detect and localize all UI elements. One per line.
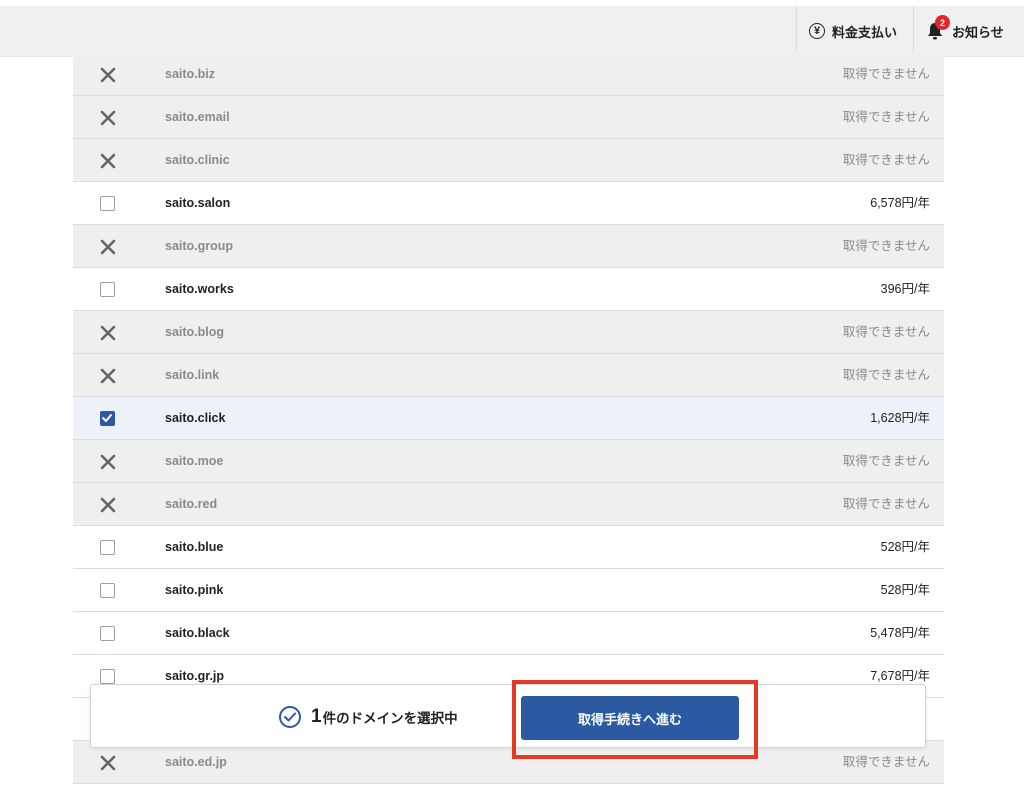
- domain-price: 取得できません: [842, 153, 930, 167]
- domain-price: 取得できません: [842, 239, 930, 253]
- checkbox-wrapper[interactable]: [99, 281, 116, 298]
- payment-label: 料金支払い: [832, 24, 898, 40]
- notice-badge: 2: [935, 15, 950, 30]
- domain-name: saito.click: [165, 411, 226, 425]
- domain-price: 取得できません: [842, 454, 930, 468]
- checkbox[interactable]: [100, 669, 115, 684]
- domain-name: saito.link: [165, 368, 220, 382]
- domain-price: 6,578円/年: [870, 196, 930, 210]
- checkbox-wrapper[interactable]: [99, 668, 116, 685]
- domain-name: saito.works: [165, 282, 234, 296]
- domain-name: saito.group: [165, 239, 234, 253]
- domain-row[interactable]: saito.salon 6,578円/年: [73, 182, 944, 225]
- selection-text: 件のドメインを選択中: [322, 711, 458, 726]
- close-x-icon: [99, 754, 116, 771]
- domain-price: 396円/年: [880, 282, 930, 296]
- domain-name: saito.clinic: [165, 153, 230, 167]
- domain-price: 528円/年: [880, 583, 930, 597]
- domain-row[interactable]: saito.pink 528円/年: [73, 569, 944, 612]
- domain-name: saito.black: [165, 626, 230, 640]
- close-x-icon: [99, 496, 116, 513]
- checkbox-wrapper[interactable]: [99, 410, 116, 427]
- domain-row: saito.blog 取得できません: [73, 311, 944, 354]
- domain-price: 528円/年: [880, 540, 930, 554]
- domain-name: saito.blog: [165, 325, 225, 339]
- close-x-icon: [99, 109, 116, 126]
- close-x-icon: [99, 66, 116, 83]
- close-x-icon: [99, 453, 116, 470]
- domain-name: saito.moe: [165, 454, 224, 468]
- domain-row: saito.email 取得できません: [73, 96, 944, 139]
- domain-name: saito.salon: [165, 196, 231, 210]
- domain-price: 1,628円/年: [870, 411, 930, 425]
- domain-price: 5,478円/年: [870, 626, 930, 640]
- domain-row[interactable]: saito.click 1,628円/年: [73, 397, 944, 440]
- domain-row: saito.moe 取得できません: [73, 440, 944, 483]
- close-x-icon: [99, 238, 116, 255]
- checkbox-wrapper[interactable]: [99, 539, 116, 556]
- domain-row[interactable]: saito.blue 528円/年: [73, 526, 944, 569]
- checkbox-checked[interactable]: [100, 411, 115, 426]
- selection-summary: 1 件のドメインを選択中: [279, 685, 458, 749]
- yen-icon: ¥: [809, 23, 825, 39]
- check-circle-icon: [279, 706, 301, 728]
- domain-row: saito.clinic 取得できません: [73, 139, 944, 182]
- checkbox[interactable]: [100, 196, 115, 211]
- domain-name: saito.blue: [165, 540, 224, 554]
- checkbox[interactable]: [100, 626, 115, 641]
- checkbox[interactable]: [100, 540, 115, 555]
- domain-row: saito.link 取得できません: [73, 354, 944, 397]
- checkbox[interactable]: [100, 282, 115, 297]
- payment-link[interactable]: ¥ 料金支払い: [796, 6, 915, 56]
- domain-row: saito.red 取得できません: [73, 483, 944, 526]
- domain-name: saito.biz: [165, 67, 216, 81]
- domain-row[interactable]: saito.black 5,478円/年: [73, 612, 944, 655]
- selection-bar: 1 件のドメインを選択中 取得手続きへ進む: [90, 684, 926, 748]
- close-x-icon: [99, 152, 116, 169]
- domain-row: saito.biz 取得できません: [73, 53, 944, 96]
- domain-row[interactable]: saito.works 396円/年: [73, 268, 944, 311]
- close-x-icon: [99, 367, 116, 384]
- top-header: ¥ 料金支払い 2 お知らせ: [0, 6, 1024, 57]
- domain-price: 取得できません: [842, 368, 930, 382]
- domain-row: saito.group 取得できません: [73, 225, 944, 268]
- domain-price: 取得できません: [842, 497, 930, 511]
- selection-count: 1: [311, 706, 322, 727]
- domain-name: saito.pink: [165, 583, 224, 597]
- domain-name: saito.email: [165, 110, 230, 124]
- domain-price: 取得できません: [842, 325, 930, 339]
- checkbox-wrapper[interactable]: [99, 195, 116, 212]
- checkbox[interactable]: [100, 583, 115, 598]
- notice-link[interactable]: 2 お知らせ: [922, 6, 1004, 56]
- checkbox-wrapper[interactable]: [99, 625, 116, 642]
- checkbox-wrapper[interactable]: [99, 582, 116, 599]
- notice-label: お知らせ: [952, 24, 1004, 40]
- domain-name: saito.red: [165, 497, 218, 511]
- proceed-button[interactable]: 取得手続きへ進む: [521, 696, 739, 740]
- domain-price: 取得できません: [842, 110, 930, 124]
- domain-list: saito.biz 取得できません saito.email 取得できません saito.…: [73, 53, 944, 784]
- domain-price: 取得できません: [842, 67, 930, 81]
- close-x-icon: [99, 324, 116, 341]
- bell-icon: 2: [926, 15, 950, 41]
